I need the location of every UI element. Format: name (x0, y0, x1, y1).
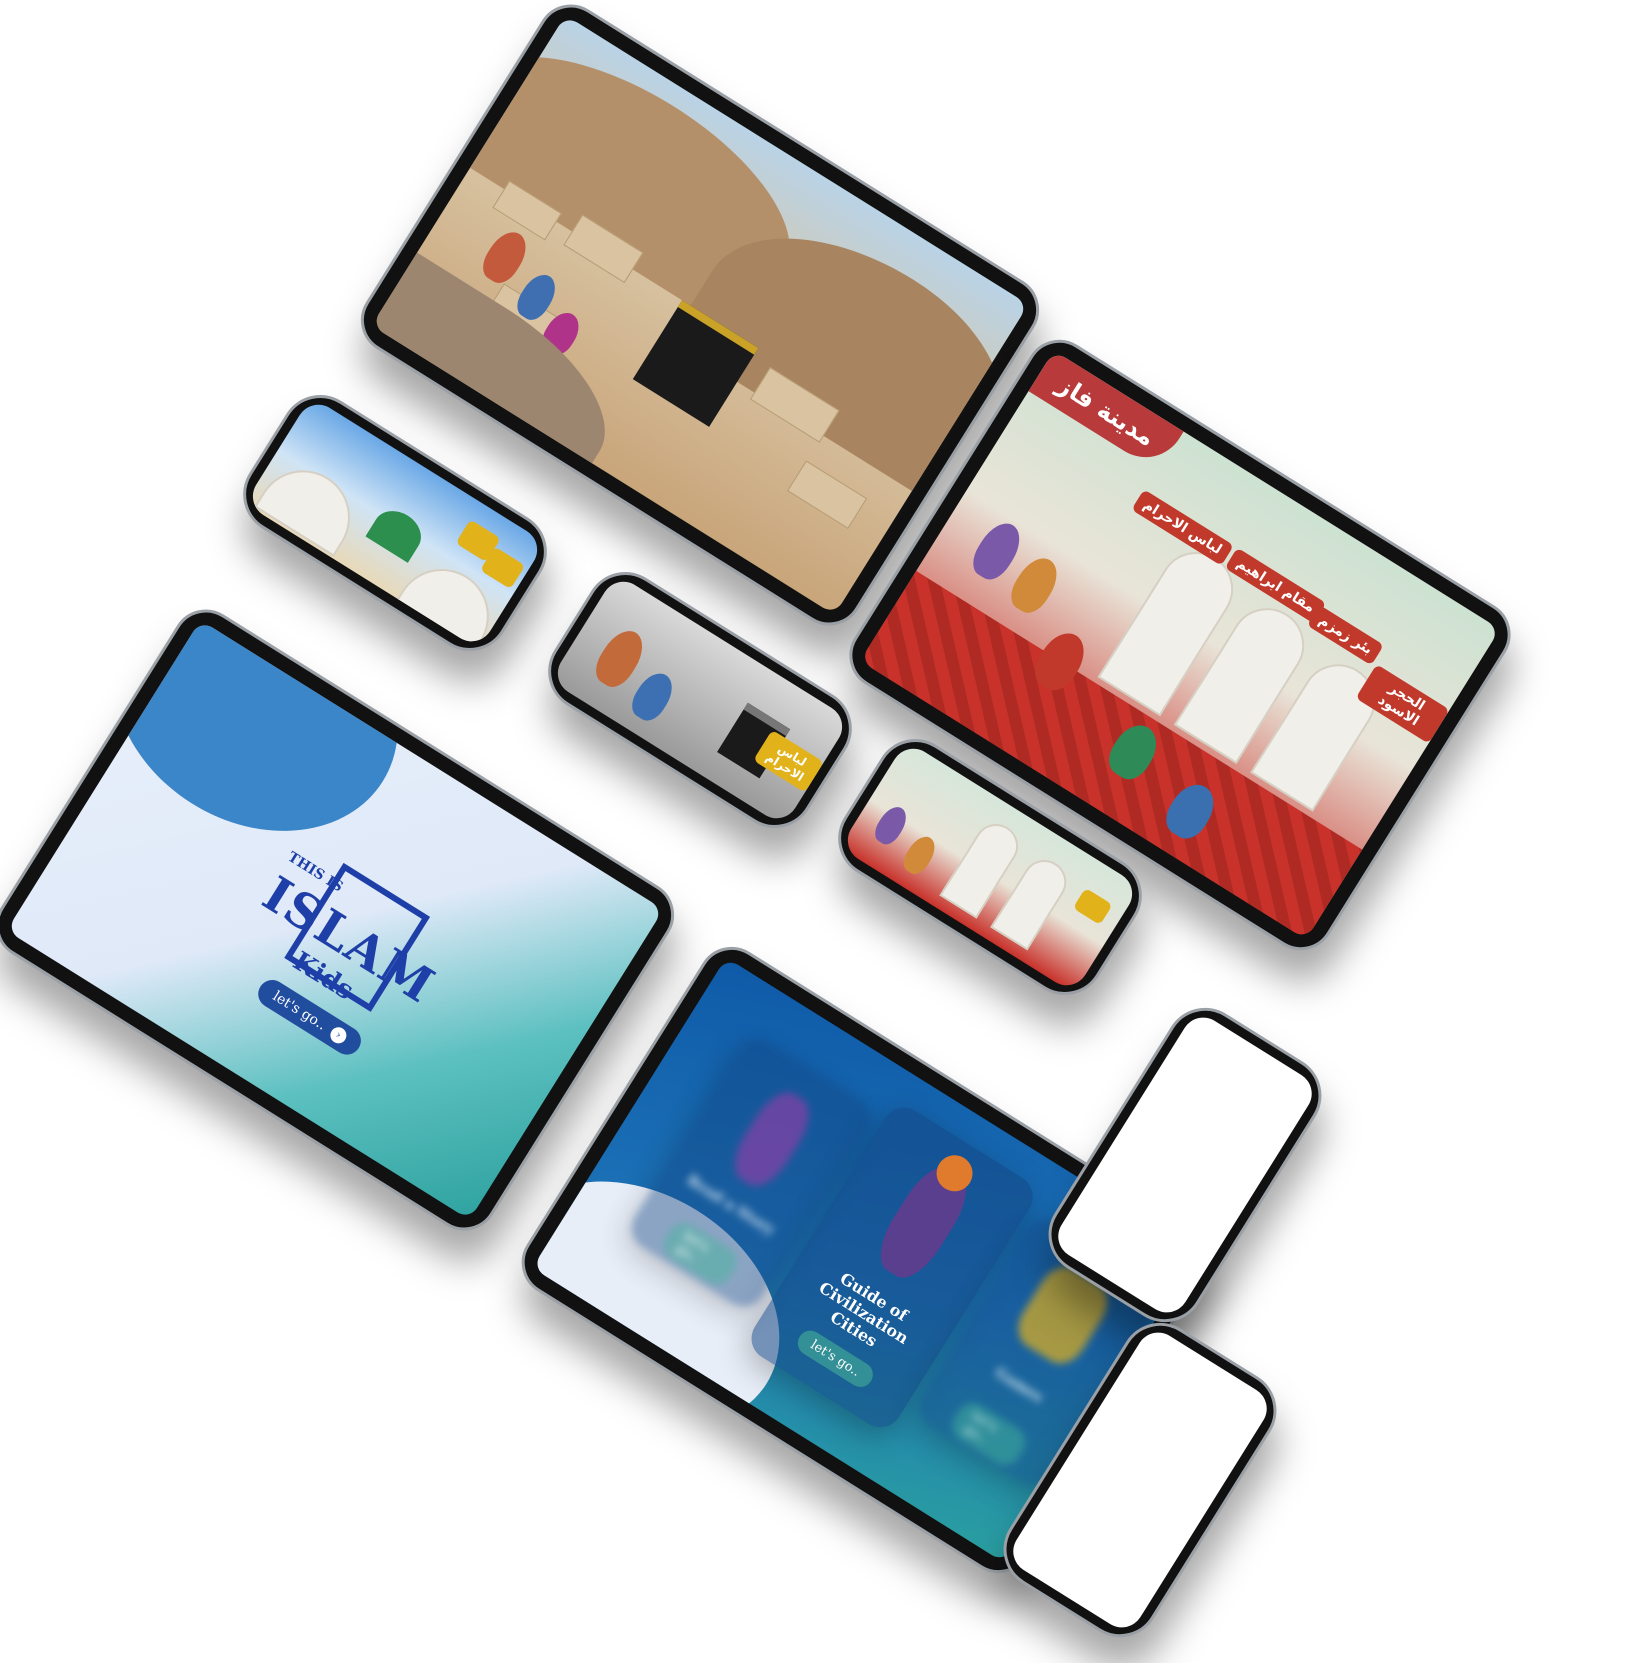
green-dome (365, 502, 430, 563)
city-title-banner: مدينة فاز (1028, 350, 1184, 473)
crowd-figure (870, 801, 912, 849)
card-button[interactable]: let's go.. (946, 1397, 1032, 1471)
crowd-figure (1004, 550, 1066, 620)
hotspot-zamzam[interactable]: بئر زمزم (1306, 604, 1385, 666)
building-roof (787, 460, 868, 529)
blue-corner-shape (64, 620, 447, 884)
arrow-circle-icon: › (327, 1024, 350, 1047)
crowd-figure (898, 831, 941, 879)
mosque-arches (254, 452, 368, 557)
girl-character (724, 1083, 820, 1195)
hotspot-marker[interactable] (1072, 887, 1113, 926)
city-title: مدينة فاز (1052, 370, 1160, 453)
blank-screen (1049, 1009, 1321, 1321)
mosque-scene (244, 396, 546, 650)
hotspot-black-stone[interactable]: الحجر الاسود (1355, 664, 1450, 744)
child-figure (476, 225, 534, 289)
device-mockup-showcase: مدينة فاز لباس الاحرام مقام ابراهيم بئر … (0, 0, 1635, 1663)
child-figure (625, 666, 680, 727)
welcome-screen: THIS IS ISLAM Kids let's go.. › (6, 620, 664, 1220)
